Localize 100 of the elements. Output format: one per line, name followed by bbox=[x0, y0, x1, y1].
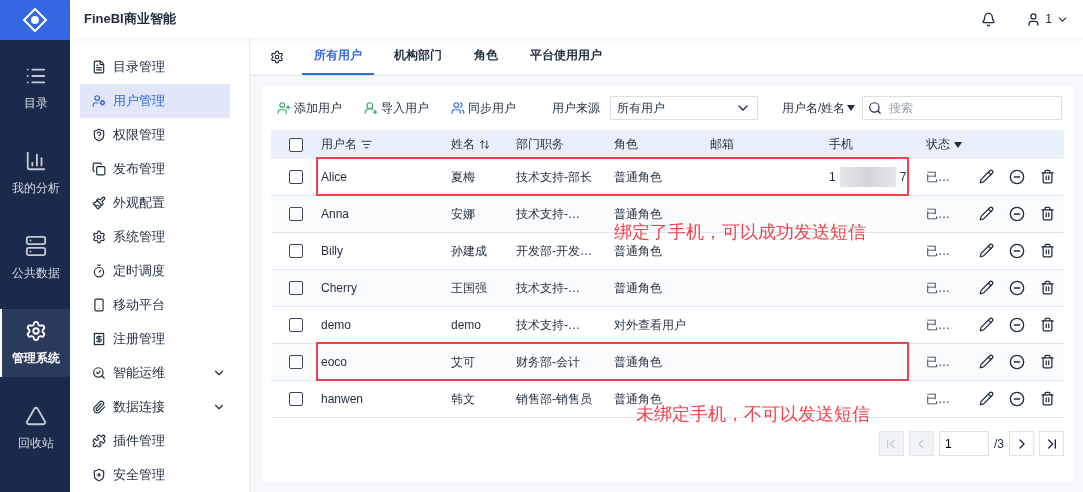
sidebar-item[interactable]: 用户管理 bbox=[80, 84, 230, 118]
search-scope[interactable]: 用户名/姓名 bbox=[782, 99, 856, 117]
chart-icon[interactable] bbox=[25, 149, 47, 172]
copy-icon bbox=[92, 162, 106, 176]
minus-circle-icon[interactable] bbox=[1009, 354, 1025, 370]
table-cell-text: 开发部-开发… bbox=[515, 242, 593, 260]
dropdown-icon[interactable] bbox=[954, 141, 962, 148]
edit-icon[interactable] bbox=[979, 169, 994, 184]
settings-icon bbox=[92, 230, 106, 244]
rail-item[interactable]: 回收站 bbox=[18, 434, 54, 452]
tab[interactable]: 平台使用用户 bbox=[518, 38, 614, 75]
table-cell-text: 普通角色 bbox=[613, 205, 663, 223]
sidebar-item[interactable]: 权限管理 bbox=[80, 118, 230, 152]
toolbar-button[interactable]: 同步用户 bbox=[451, 99, 516, 117]
sidebar-item[interactable]: 插件管理 bbox=[80, 424, 230, 458]
shield-icon bbox=[92, 468, 106, 482]
sidebar-item[interactable]: 安全管理 bbox=[80, 458, 230, 492]
page-total: /3 bbox=[994, 436, 1004, 451]
checkbox[interactable] bbox=[289, 281, 303, 295]
next-page-button[interactable] bbox=[1009, 431, 1034, 456]
table-cell-text: 技术支持-… bbox=[515, 279, 581, 297]
table-cell-text: 技术支持-部长 bbox=[515, 168, 593, 186]
edit-icon[interactable] bbox=[979, 354, 994, 369]
source-select[interactable]: 所有用户 bbox=[610, 96, 758, 120]
settings-icon[interactable] bbox=[270, 49, 284, 64]
sidebar-item[interactable]: 外观配置 bbox=[80, 186, 230, 220]
checkbox[interactable] bbox=[289, 392, 303, 406]
table-cell-text: 安娜 bbox=[450, 205, 476, 223]
delete-icon[interactable] bbox=[1040, 169, 1055, 184]
minus-circle-icon[interactable] bbox=[1009, 280, 1025, 296]
column-header: 手机 bbox=[829, 136, 853, 153]
minus-circle-icon[interactable] bbox=[1009, 206, 1025, 222]
user-icon[interactable] bbox=[1026, 11, 1042, 27]
sidebar-item[interactable]: 发布管理 bbox=[80, 152, 230, 186]
toolbar-button[interactable]: 导入用户 bbox=[364, 99, 429, 117]
logo-icon[interactable] bbox=[22, 7, 48, 33]
checkbox[interactable] bbox=[289, 318, 303, 332]
delete-icon[interactable] bbox=[1040, 206, 1055, 221]
tab[interactable]: 所有用户 bbox=[302, 38, 374, 75]
edit-icon[interactable] bbox=[979, 243, 994, 258]
rail-item[interactable]: 管理系统 bbox=[12, 349, 60, 367]
table-cell-text: demo bbox=[320, 318, 353, 332]
dropdown-icon[interactable] bbox=[847, 105, 856, 111]
sidebar-item[interactable]: 移动平台 bbox=[80, 288, 230, 322]
checkbox[interactable] bbox=[289, 137, 303, 152]
edit-icon[interactable] bbox=[979, 280, 994, 295]
app-title: FineBI商业智能 bbox=[84, 10, 177, 28]
table-cell-text: 普通角色 bbox=[613, 242, 663, 260]
sort-icon[interactable] bbox=[361, 139, 372, 150]
tab[interactable]: 机构部门 bbox=[382, 38, 454, 75]
sidebar-item[interactable]: 智能运维 bbox=[80, 356, 230, 390]
tab[interactable]: 角色 bbox=[462, 38, 510, 75]
table-cell-text: 销售部-销售员 bbox=[515, 390, 593, 408]
sidebar-item[interactable]: 系统管理 bbox=[80, 220, 230, 254]
edit-icon[interactable] bbox=[979, 391, 994, 406]
blurred-phone bbox=[839, 167, 896, 187]
rail-item[interactable]: 目录 bbox=[24, 94, 48, 112]
checkbox[interactable] bbox=[289, 207, 303, 221]
table-cell-text: 已… bbox=[925, 168, 951, 186]
timer-icon bbox=[92, 264, 106, 278]
minus-circle-icon[interactable] bbox=[1009, 391, 1025, 407]
minus-circle-icon[interactable] bbox=[1009, 169, 1025, 185]
table-cell-text: 已… bbox=[925, 390, 951, 408]
delete-icon[interactable] bbox=[1040, 317, 1055, 332]
page-field[interactable]: 1 bbox=[939, 431, 989, 456]
bell-icon[interactable] bbox=[981, 11, 997, 27]
column-header: 用户名 bbox=[321, 136, 357, 153]
minus-circle-icon[interactable] bbox=[1009, 243, 1025, 259]
table-cell-text: 技术支持-… bbox=[515, 316, 581, 334]
last-page-button[interactable] bbox=[1039, 431, 1064, 456]
server-icon[interactable] bbox=[25, 234, 47, 257]
rail-item[interactable]: 公共数据 bbox=[12, 264, 60, 282]
checkbox[interactable] bbox=[289, 170, 303, 184]
table-cell-text: 已… bbox=[925, 353, 951, 371]
annotation-text: 绑定了手机，可以成功发送短信 bbox=[614, 221, 866, 244]
sidebar-item[interactable]: 数据连接 bbox=[80, 390, 230, 424]
toolbar-button[interactable]: 添加用户 bbox=[277, 99, 342, 117]
user-name[interactable]: 1 bbox=[1045, 12, 1052, 26]
delete-icon[interactable] bbox=[1040, 354, 1055, 369]
triangle-icon[interactable] bbox=[25, 404, 47, 427]
table-cell-text: 技术支持-… bbox=[515, 205, 581, 223]
checkbox[interactable] bbox=[289, 244, 303, 258]
table-cell-text: 财务部-会计 bbox=[515, 353, 581, 371]
checkbox[interactable] bbox=[289, 355, 303, 369]
sidebar-item[interactable]: 注册管理 bbox=[80, 322, 230, 356]
rail-item[interactable]: 我的分析 bbox=[12, 179, 60, 197]
sidebar-item[interactable]: 定时调度 bbox=[80, 254, 230, 288]
delete-icon[interactable] bbox=[1040, 280, 1055, 295]
delete-icon[interactable] bbox=[1040, 391, 1055, 406]
annotation-text: 未绑定手机，不可以发送短信 bbox=[636, 404, 870, 426]
table-cell-text: hanwen bbox=[320, 392, 365, 406]
sort-icon[interactable] bbox=[479, 139, 490, 150]
phone-icon bbox=[92, 298, 106, 312]
column-header: 部门职务 bbox=[516, 136, 564, 153]
edit-icon[interactable] bbox=[979, 317, 994, 332]
minus-circle-icon[interactable] bbox=[1009, 317, 1025, 333]
delete-icon[interactable] bbox=[1040, 243, 1055, 258]
sidebar-item[interactable]: 目录管理 bbox=[80, 50, 230, 84]
edit-icon[interactable] bbox=[979, 206, 994, 221]
search-field[interactable]: 搜索 bbox=[862, 96, 1063, 120]
